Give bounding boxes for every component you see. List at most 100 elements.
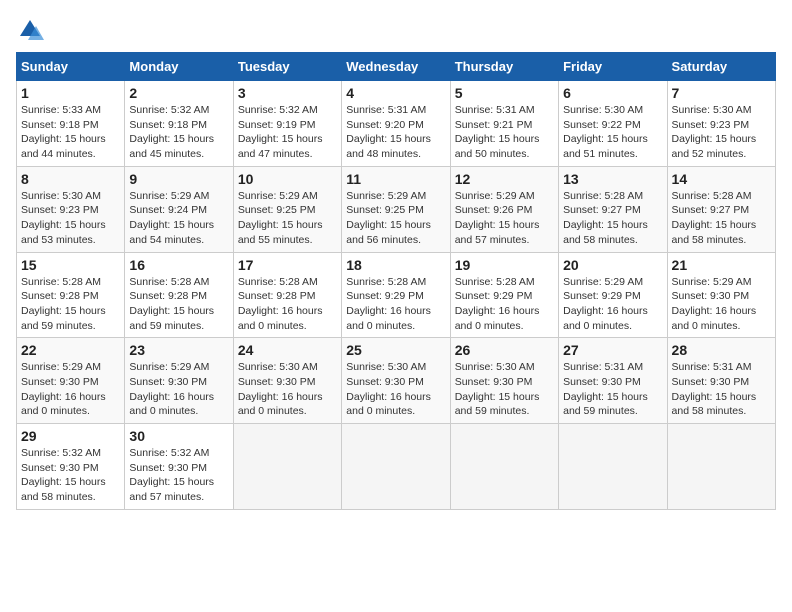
calendar-table: SundayMondayTuesdayWednesdayThursdayFrid… <box>16 52 776 510</box>
day-info: Sunrise: 5:32 AM Sunset: 9:18 PM Dayligh… <box>129 103 228 162</box>
calendar-cell: 19 Sunrise: 5:28 AM Sunset: 9:29 PM Dayl… <box>450 252 558 338</box>
calendar-cell: 28 Sunrise: 5:31 AM Sunset: 9:30 PM Dayl… <box>667 338 775 424</box>
day-number: 5 <box>455 85 554 101</box>
day-info: Sunrise: 5:31 AM Sunset: 9:30 PM Dayligh… <box>672 360 771 419</box>
day-info: Sunrise: 5:30 AM Sunset: 9:30 PM Dayligh… <box>455 360 554 419</box>
weekday-header-monday: Monday <box>125 53 233 81</box>
day-number: 14 <box>672 171 771 187</box>
day-info: Sunrise: 5:29 AM Sunset: 9:30 PM Dayligh… <box>21 360 120 419</box>
calendar-cell <box>559 424 667 510</box>
day-info: Sunrise: 5:32 AM Sunset: 9:19 PM Dayligh… <box>238 103 337 162</box>
calendar-cell: 29 Sunrise: 5:32 AM Sunset: 9:30 PM Dayl… <box>17 424 125 510</box>
day-info: Sunrise: 5:31 AM Sunset: 9:21 PM Dayligh… <box>455 103 554 162</box>
day-number: 16 <box>129 257 228 273</box>
day-info: Sunrise: 5:31 AM Sunset: 9:20 PM Dayligh… <box>346 103 445 162</box>
calendar-cell: 21 Sunrise: 5:29 AM Sunset: 9:30 PM Dayl… <box>667 252 775 338</box>
day-number: 28 <box>672 342 771 358</box>
day-number: 3 <box>238 85 337 101</box>
calendar-cell: 9 Sunrise: 5:29 AM Sunset: 9:24 PM Dayli… <box>125 166 233 252</box>
day-info: Sunrise: 5:28 AM Sunset: 9:29 PM Dayligh… <box>346 275 445 334</box>
day-info: Sunrise: 5:28 AM Sunset: 9:27 PM Dayligh… <box>672 189 771 248</box>
day-number: 21 <box>672 257 771 273</box>
calendar-cell: 30 Sunrise: 5:32 AM Sunset: 9:30 PM Dayl… <box>125 424 233 510</box>
day-number: 30 <box>129 428 228 444</box>
day-number: 11 <box>346 171 445 187</box>
calendar-cell: 23 Sunrise: 5:29 AM Sunset: 9:30 PM Dayl… <box>125 338 233 424</box>
calendar-cell: 12 Sunrise: 5:29 AM Sunset: 9:26 PM Dayl… <box>450 166 558 252</box>
calendar-week-2: 8 Sunrise: 5:30 AM Sunset: 9:23 PM Dayli… <box>17 166 776 252</box>
day-info: Sunrise: 5:33 AM Sunset: 9:18 PM Dayligh… <box>21 103 120 162</box>
day-info: Sunrise: 5:30 AM Sunset: 9:30 PM Dayligh… <box>238 360 337 419</box>
calendar-week-3: 15 Sunrise: 5:28 AM Sunset: 9:28 PM Dayl… <box>17 252 776 338</box>
day-info: Sunrise: 5:29 AM Sunset: 9:30 PM Dayligh… <box>672 275 771 334</box>
calendar-cell: 13 Sunrise: 5:28 AM Sunset: 9:27 PM Dayl… <box>559 166 667 252</box>
day-info: Sunrise: 5:28 AM Sunset: 9:27 PM Dayligh… <box>563 189 662 248</box>
weekday-header-saturday: Saturday <box>667 53 775 81</box>
calendar-cell: 3 Sunrise: 5:32 AM Sunset: 9:19 PM Dayli… <box>233 81 341 167</box>
day-info: Sunrise: 5:29 AM Sunset: 9:24 PM Dayligh… <box>129 189 228 248</box>
calendar-cell: 27 Sunrise: 5:31 AM Sunset: 9:30 PM Dayl… <box>559 338 667 424</box>
day-info: Sunrise: 5:30 AM Sunset: 9:22 PM Dayligh… <box>563 103 662 162</box>
calendar-cell: 15 Sunrise: 5:28 AM Sunset: 9:28 PM Dayl… <box>17 252 125 338</box>
day-number: 12 <box>455 171 554 187</box>
day-number: 27 <box>563 342 662 358</box>
day-number: 10 <box>238 171 337 187</box>
calendar-cell: 8 Sunrise: 5:30 AM Sunset: 9:23 PM Dayli… <box>17 166 125 252</box>
calendar-cell <box>450 424 558 510</box>
calendar-cell: 10 Sunrise: 5:29 AM Sunset: 9:25 PM Dayl… <box>233 166 341 252</box>
calendar-week-4: 22 Sunrise: 5:29 AM Sunset: 9:30 PM Dayl… <box>17 338 776 424</box>
calendar-cell: 25 Sunrise: 5:30 AM Sunset: 9:30 PM Dayl… <box>342 338 450 424</box>
calendar-cell: 16 Sunrise: 5:28 AM Sunset: 9:28 PM Dayl… <box>125 252 233 338</box>
calendar-cell: 18 Sunrise: 5:28 AM Sunset: 9:29 PM Dayl… <box>342 252 450 338</box>
day-info: Sunrise: 5:28 AM Sunset: 9:29 PM Dayligh… <box>455 275 554 334</box>
calendar-week-5: 29 Sunrise: 5:32 AM Sunset: 9:30 PM Dayl… <box>17 424 776 510</box>
day-info: Sunrise: 5:28 AM Sunset: 9:28 PM Dayligh… <box>21 275 120 334</box>
day-number: 4 <box>346 85 445 101</box>
day-number: 18 <box>346 257 445 273</box>
weekday-header-row: SundayMondayTuesdayWednesdayThursdayFrid… <box>17 53 776 81</box>
day-info: Sunrise: 5:30 AM Sunset: 9:23 PM Dayligh… <box>672 103 771 162</box>
day-number: 25 <box>346 342 445 358</box>
calendar-cell: 2 Sunrise: 5:32 AM Sunset: 9:18 PM Dayli… <box>125 81 233 167</box>
calendar-cell: 5 Sunrise: 5:31 AM Sunset: 9:21 PM Dayli… <box>450 81 558 167</box>
day-info: Sunrise: 5:29 AM Sunset: 9:25 PM Dayligh… <box>346 189 445 248</box>
day-info: Sunrise: 5:28 AM Sunset: 9:28 PM Dayligh… <box>129 275 228 334</box>
day-number: 19 <box>455 257 554 273</box>
day-info: Sunrise: 5:29 AM Sunset: 9:25 PM Dayligh… <box>238 189 337 248</box>
day-number: 2 <box>129 85 228 101</box>
day-number: 15 <box>21 257 120 273</box>
calendar-cell: 6 Sunrise: 5:30 AM Sunset: 9:22 PM Dayli… <box>559 81 667 167</box>
day-info: Sunrise: 5:31 AM Sunset: 9:30 PM Dayligh… <box>563 360 662 419</box>
day-number: 24 <box>238 342 337 358</box>
day-info: Sunrise: 5:28 AM Sunset: 9:28 PM Dayligh… <box>238 275 337 334</box>
weekday-header-thursday: Thursday <box>450 53 558 81</box>
weekday-header-friday: Friday <box>559 53 667 81</box>
calendar-cell: 24 Sunrise: 5:30 AM Sunset: 9:30 PM Dayl… <box>233 338 341 424</box>
calendar-cell: 4 Sunrise: 5:31 AM Sunset: 9:20 PM Dayli… <box>342 81 450 167</box>
header <box>16 16 776 44</box>
calendar-body: 1 Sunrise: 5:33 AM Sunset: 9:18 PM Dayli… <box>17 81 776 510</box>
day-number: 6 <box>563 85 662 101</box>
calendar-cell: 11 Sunrise: 5:29 AM Sunset: 9:25 PM Dayl… <box>342 166 450 252</box>
calendar-cell: 22 Sunrise: 5:29 AM Sunset: 9:30 PM Dayl… <box>17 338 125 424</box>
calendar-cell: 17 Sunrise: 5:28 AM Sunset: 9:28 PM Dayl… <box>233 252 341 338</box>
day-info: Sunrise: 5:32 AM Sunset: 9:30 PM Dayligh… <box>21 446 120 505</box>
day-info: Sunrise: 5:30 AM Sunset: 9:23 PM Dayligh… <box>21 189 120 248</box>
day-number: 23 <box>129 342 228 358</box>
weekday-header-tuesday: Tuesday <box>233 53 341 81</box>
calendar-cell <box>342 424 450 510</box>
day-number: 8 <box>21 171 120 187</box>
day-number: 20 <box>563 257 662 273</box>
calendar-cell: 26 Sunrise: 5:30 AM Sunset: 9:30 PM Dayl… <box>450 338 558 424</box>
day-number: 13 <box>563 171 662 187</box>
day-number: 29 <box>21 428 120 444</box>
day-number: 26 <box>455 342 554 358</box>
day-number: 9 <box>129 171 228 187</box>
day-number: 17 <box>238 257 337 273</box>
day-info: Sunrise: 5:29 AM Sunset: 9:29 PM Dayligh… <box>563 275 662 334</box>
calendar-cell: 1 Sunrise: 5:33 AM Sunset: 9:18 PM Dayli… <box>17 81 125 167</box>
day-number: 1 <box>21 85 120 101</box>
logo <box>16 16 48 44</box>
calendar-cell: 7 Sunrise: 5:30 AM Sunset: 9:23 PM Dayli… <box>667 81 775 167</box>
day-number: 22 <box>21 342 120 358</box>
